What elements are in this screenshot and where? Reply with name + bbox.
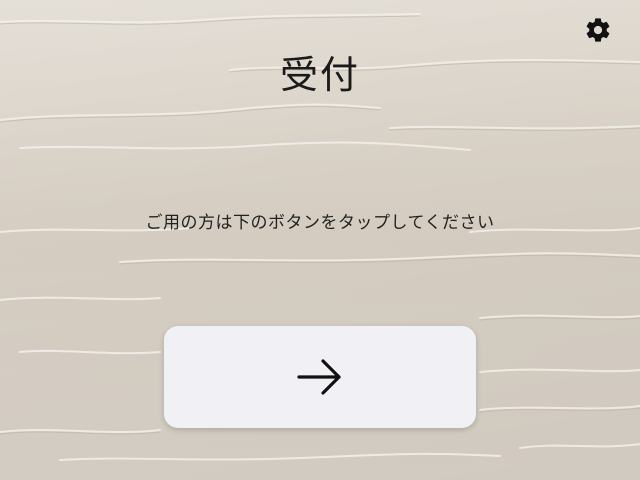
arrow-right-icon	[297, 359, 341, 395]
next-button[interactable]	[164, 326, 476, 428]
gear-icon	[586, 18, 610, 42]
settings-button[interactable]	[580, 12, 616, 48]
page-title: 受付	[279, 53, 360, 97]
instruction-text: ご用の方は下のボタンをタップしてください	[145, 213, 495, 233]
